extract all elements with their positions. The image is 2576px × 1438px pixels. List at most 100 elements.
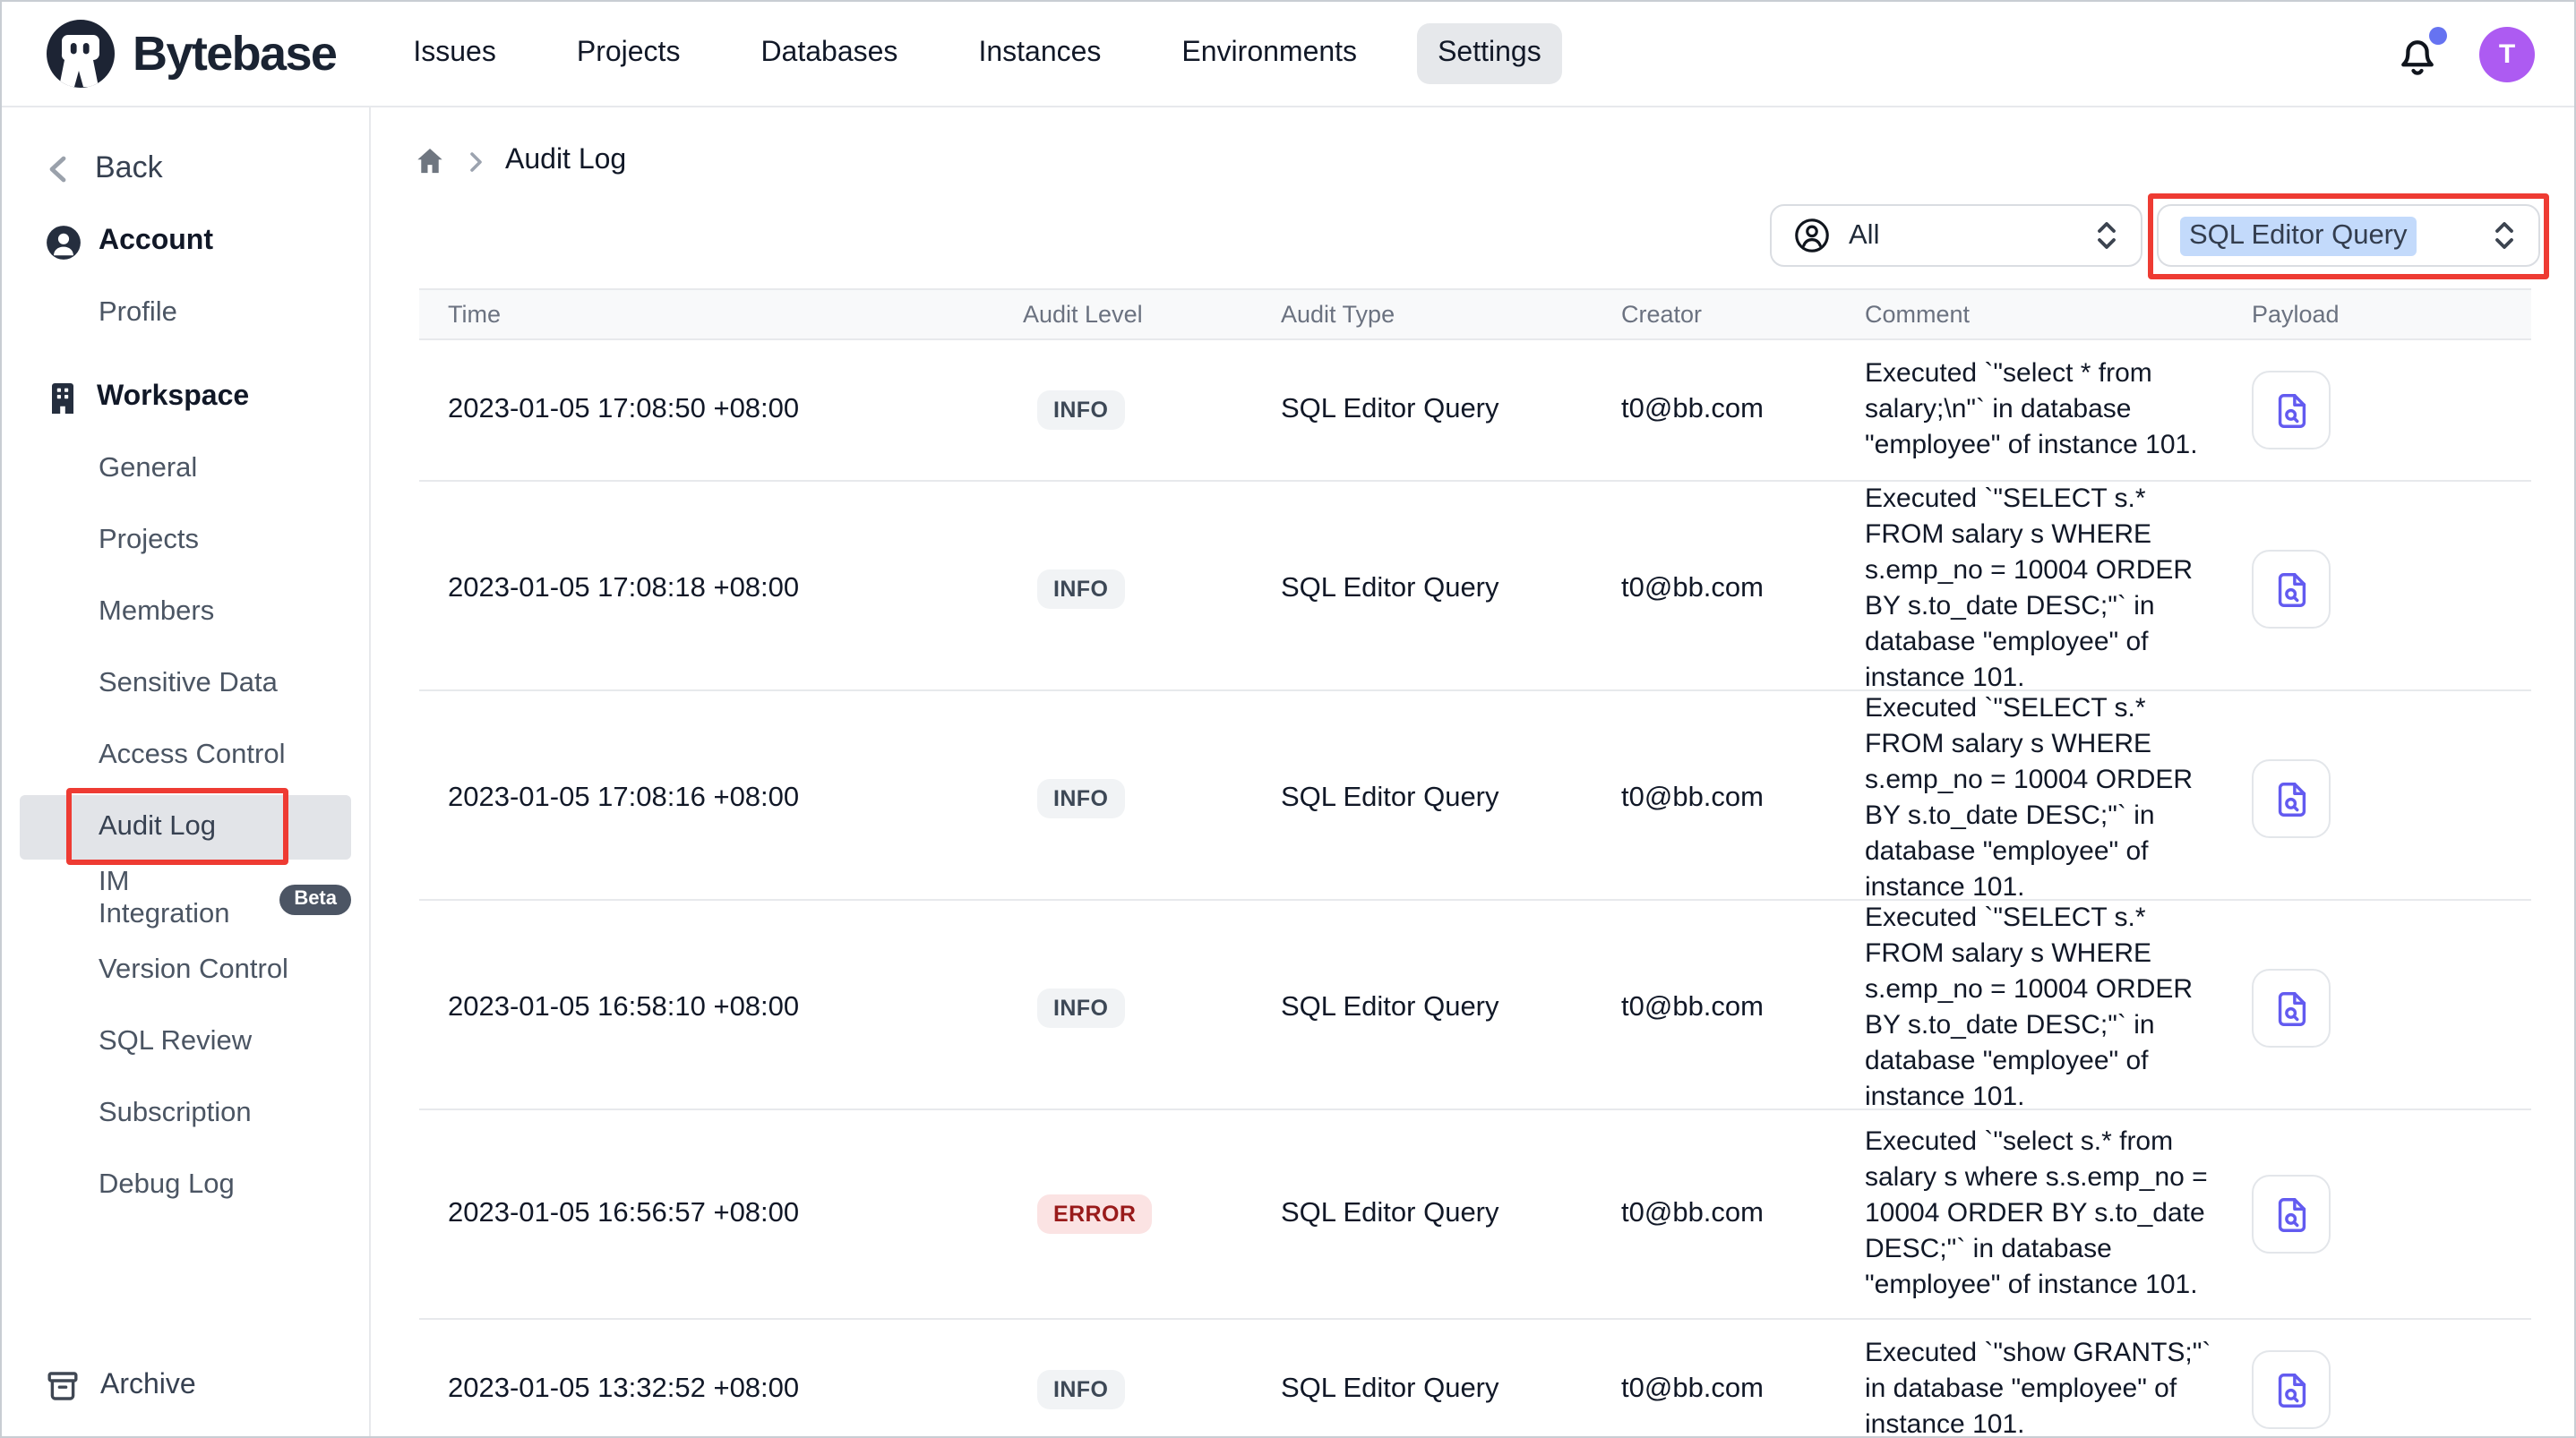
top-navbar: Bytebase Issues Projects Databases Instance… — [2, 2, 2574, 107]
file-search-icon — [2271, 778, 2312, 819]
sidebar-item-label: Projects — [99, 525, 199, 557]
audit-type-filter-value: SQL Editor Query — [2180, 216, 2417, 255]
sidebar-item-debug-log[interactable]: Debug Log — [2, 1150, 369, 1221]
nav-item-projects[interactable]: Projects — [555, 23, 702, 84]
audit-level-badge: ERROR — [1037, 1194, 1152, 1235]
row-creator: t0@bb.com — [1621, 1198, 1865, 1230]
bytebase-logo-icon — [47, 20, 115, 88]
audit-level-badge: INFO — [1037, 390, 1124, 431]
row-audit-type: SQL Editor Query — [1281, 573, 1621, 605]
sidebar-item-subscription[interactable]: Subscription — [2, 1078, 369, 1150]
brand-name: Bytebase — [133, 26, 336, 81]
sidebar-item-access-control[interactable]: Access Control — [2, 720, 369, 792]
sidebar-item-label: Debug Log — [99, 1169, 235, 1202]
bytebase-logo[interactable]: Bytebase — [47, 20, 336, 88]
sidebar-item-version-control[interactable]: Version Control — [2, 935, 369, 1006]
sidebar-item-projects[interactable]: Projects — [2, 505, 369, 577]
row-comment: Executed `"SELECT s.* FROM salary s WHER… — [1865, 691, 2230, 906]
beta-badge: Beta — [279, 884, 351, 914]
nav-item-issues[interactable]: Issues — [391, 23, 518, 84]
sidebar-item-im-integration[interactable]: IM Integration Beta — [2, 863, 369, 935]
workspace-items: General Projects Members Sensitive Data … — [2, 433, 369, 1221]
row-comment: Executed `"show GRANTS;"` in database "e… — [1865, 1336, 2230, 1438]
row-comment: Executed `"select s.* from salary s wher… — [1865, 1125, 2230, 1304]
chevron-up-down-icon — [2492, 220, 2517, 251]
payload-view-button[interactable] — [2252, 371, 2331, 449]
row-creator: t0@bb.com — [1621, 573, 1865, 605]
filters-row: All SQL Editor Query — [371, 204, 2574, 267]
row-comment: Executed `"select * from salary;\n"` in … — [1865, 356, 2230, 464]
audit-level-badge: INFO — [1037, 989, 1124, 1029]
table-header: Time Audit Level Audit Type Creator Comm… — [419, 288, 2531, 340]
main-nav: Issues Projects Databases Instances Environm… — [391, 23, 1562, 84]
row-comment: Executed `"SELECT s.* FROM salary s WHER… — [1865, 901, 2230, 1116]
file-search-icon — [2271, 1194, 2312, 1235]
payload-view-button[interactable] — [2252, 759, 2331, 838]
row-time: 2023-01-05 17:08:18 +08:00 — [419, 573, 1023, 605]
sidebar-item-label: Sensitive Data — [99, 668, 278, 700]
audit-level-badge: INFO — [1037, 779, 1124, 819]
file-search-icon — [2271, 569, 2312, 610]
row-audit-level: INFO — [1023, 390, 1281, 431]
sidebar-item-label: Access Control — [99, 740, 285, 772]
row-audit-type: SQL Editor Query — [1281, 783, 1621, 815]
back-button[interactable]: Back — [2, 143, 369, 193]
creator-filter-value: All — [1849, 219, 1879, 252]
row-time: 2023-01-05 17:08:50 +08:00 — [419, 394, 1023, 426]
nav-item-environments[interactable]: Environments — [1160, 23, 1378, 84]
sidebar-item-sql-review[interactable]: SQL Review — [2, 1006, 369, 1078]
nav-item-instances[interactable]: Instances — [957, 23, 1122, 84]
chevron-left-icon — [45, 153, 72, 184]
avatar[interactable]: T — [2479, 26, 2535, 81]
payload-view-button[interactable] — [2252, 1175, 2331, 1254]
file-search-icon — [2271, 1369, 2312, 1410]
row-audit-type: SQL Editor Query — [1281, 1198, 1621, 1230]
row-audit-type: SQL Editor Query — [1281, 1374, 1621, 1406]
row-time: 2023-01-05 16:56:57 +08:00 — [419, 1198, 1023, 1230]
row-audit-type: SQL Editor Query — [1281, 394, 1621, 426]
row-audit-level: INFO — [1023, 779, 1281, 819]
payload-view-button[interactable] — [2252, 550, 2331, 629]
table-row: 2023-01-05 17:08:18 +08:00 INFO SQL Edit… — [419, 482, 2531, 691]
col-header-audit-level: Audit Level — [1023, 301, 1281, 328]
sidebar-item-members[interactable]: Members — [2, 577, 369, 648]
user-circle-icon — [45, 223, 82, 261]
col-header-audit-type: Audit Type — [1281, 301, 1621, 328]
sidebar-item-sensitive-data[interactable]: Sensitive Data — [2, 648, 369, 720]
audit-type-filter-select[interactable]: SQL Editor Query — [2157, 204, 2540, 267]
table-row: 2023-01-05 16:58:10 +08:00 INFO SQL Edit… — [419, 901, 2531, 1110]
notifications-button[interactable] — [2393, 30, 2442, 78]
file-search-icon — [2271, 988, 2312, 1029]
sidebar-item-label: Audit Log — [99, 811, 216, 843]
sidebar-item-profile[interactable]: Profile — [2, 278, 369, 349]
sidebar-item-label: SQL Review — [99, 1026, 252, 1058]
nav-item-databases[interactable]: Databases — [739, 23, 919, 84]
row-audit-type: SQL Editor Query — [1281, 992, 1621, 1024]
col-header-time: Time — [419, 301, 1023, 328]
payload-view-button[interactable] — [2252, 969, 2331, 1048]
nav-item-settings[interactable]: Settings — [1416, 23, 1563, 84]
sidebar-item-general[interactable]: General — [2, 433, 369, 505]
back-label: Back — [95, 150, 163, 186]
row-time: 2023-01-05 17:08:16 +08:00 — [419, 783, 1023, 815]
row-audit-level: INFO — [1023, 989, 1281, 1029]
sidebar-item-audit-log[interactable]: Audit Log — [2, 792, 369, 863]
file-search-icon — [2271, 389, 2312, 431]
home-icon[interactable] — [414, 145, 446, 177]
sidebar-item-label: Subscription — [99, 1098, 252, 1130]
table-row: 2023-01-05 17:08:50 +08:00 INFO SQL Edit… — [419, 340, 2531, 482]
creator-filter-select[interactable]: All — [1770, 204, 2142, 267]
payload-view-button[interactable] — [2252, 1350, 2331, 1429]
chevron-up-down-icon — [2094, 220, 2119, 251]
notification-dot — [2429, 26, 2447, 44]
col-header-creator: Creator — [1621, 301, 1865, 328]
row-audit-level: INFO — [1023, 1370, 1281, 1410]
user-circle-outline-icon — [1793, 217, 1831, 254]
sidebar-item-archive[interactable]: Archive — [2, 1361, 369, 1411]
sidebar-item-label: Members — [99, 596, 214, 629]
col-header-comment: Comment — [1865, 301, 2252, 328]
sidebar-section-account: Account — [2, 206, 369, 278]
audit-table-body: 2023-01-05 17:08:50 +08:00 INFO SQL Edit… — [419, 340, 2531, 1438]
row-creator: t0@bb.com — [1621, 1374, 1865, 1406]
row-audit-level: INFO — [1023, 569, 1281, 610]
